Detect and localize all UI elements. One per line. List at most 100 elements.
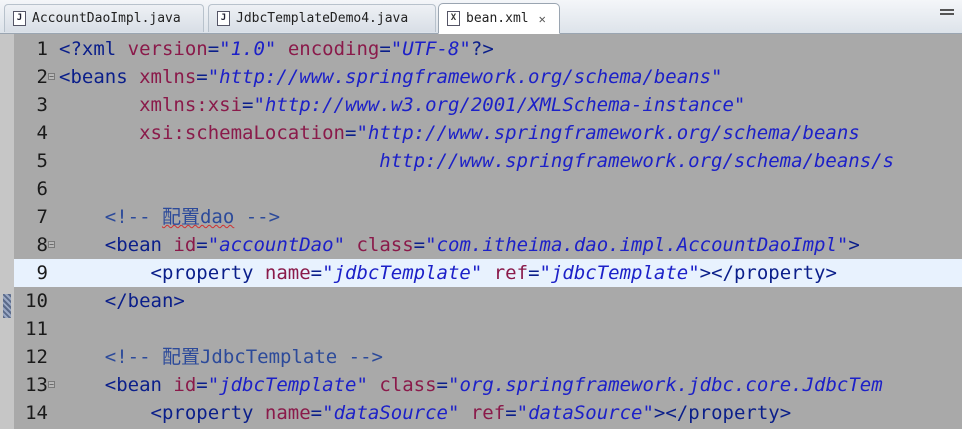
code-text: <?xml version="1.0" encoding="UTF-8"?> — [59, 35, 494, 63]
code-line[interactable]: 1 <?xml version="1.0" encoding="UTF-8"?> — [14, 35, 962, 63]
code-text: <property name="jdbcTemplate" ref="jdbcT… — [59, 259, 837, 287]
code-token: = — [207, 38, 220, 60]
code-line[interactable]: 10 </bean> — [14, 287, 962, 315]
xml-file-icon: X — [447, 11, 460, 26]
code-token: "jdbcTemplate" — [322, 262, 483, 284]
tab-bean-xml[interactable]: X bean.xml ✕ — [438, 3, 560, 34]
code-line[interactable]: 14 <property name="dataSource" ref="data… — [14, 399, 962, 427]
line-number: 6 — [36, 178, 48, 200]
java-file-icon: J — [13, 11, 26, 26]
code-token: = — [344, 122, 357, 144]
code-token: = — [528, 262, 540, 284]
code-token: xmlns:xsi — [139, 94, 243, 116]
code-token: = — [196, 66, 208, 88]
code-token: "dataSource" — [322, 402, 460, 424]
current-line-marker-icon — [3, 294, 11, 318]
code-line[interactable]: 11 — [14, 315, 962, 343]
code-token: version — [127, 38, 208, 60]
java-file-icon: J — [217, 11, 230, 26]
code-token: "1.0" — [219, 38, 277, 60]
code-token: = — [196, 374, 208, 396]
code-token: --> — [234, 206, 281, 228]
code-token: = — [505, 402, 517, 424]
code-token: "org.springframework.jdbc.core.JdbcTem — [448, 374, 883, 396]
code-line[interactable]: 3 xmlns:xsi="http://www.w3.org/2001/XMLS… — [14, 91, 962, 119]
code-token: <?xml — [59, 38, 128, 60]
code-text: xsi:schemaLocation="http://www.springfra… — [59, 119, 860, 147]
code-line[interactable]: 2− <beans xmlns="http://www.springframewo… — [14, 63, 962, 91]
code-token: "http://www.w3.org/2001/XMLSchema-instan… — [253, 94, 746, 116]
code-line[interactable]: 9 <property name="jdbcTemplate" ref="jdb… — [14, 259, 962, 287]
xml-code-editor[interactable]: 1 <?xml version="1.0" encoding="UTF-8"?> 2… — [14, 34, 962, 429]
code-line[interactable]: 5 http://www.springframework.org/schema/… — [14, 147, 962, 175]
tab-label: AccountDaoImpl.java — [32, 11, 181, 26]
code-line[interactable]: 12 <!-- 配置JdbcTemplate --> — [14, 343, 962, 371]
fold-toggle-icon[interactable]: − — [48, 241, 55, 249]
code-token: = — [310, 262, 323, 284]
line-number: 14 — [25, 402, 48, 424]
code-line[interactable]: 6 — [14, 175, 962, 203]
tab-jdbctemplatedemo4[interactable]: J JdbcTemplateDemo4.java — [208, 4, 436, 32]
code-text: <!-- 配置dao --> — [59, 203, 280, 231]
tab-label: bean.xml — [466, 11, 529, 26]
line-number: 13 — [25, 374, 48, 396]
code-token: </bean> — [59, 290, 185, 312]
code-line[interactable]: 4 xsi:schemaLocation="http://www.springf… — [14, 119, 962, 147]
line-number: 9 — [36, 262, 48, 284]
code-text: <bean id="accountDao" class="com.itheima… — [59, 231, 860, 259]
code-token: "dataSource" — [516, 402, 654, 424]
marker-gutter — [0, 34, 14, 429]
code-token: = — [196, 234, 208, 256]
code-token: <beans — [59, 66, 140, 88]
code-token: <bean — [59, 374, 174, 396]
code-token: = — [310, 402, 323, 424]
code-token: xmlns — [139, 66, 197, 88]
code-token: "accountDao" — [207, 234, 346, 256]
code-line[interactable]: 8− <bean id="accountDao" class="com.ithe… — [14, 231, 962, 259]
view-menu-icon[interactable] — [940, 9, 954, 17]
code-token: id — [173, 374, 197, 396]
code-token: "jdbcTemplate" — [207, 374, 368, 396]
editor-tab-bar: J AccountDaoImpl.java J JdbcTemplateDemo… — [0, 0, 962, 34]
code-token: <property — [59, 262, 265, 284]
line-number: 8 — [36, 234, 48, 256]
fold-toggle-icon[interactable]: − — [48, 381, 55, 389]
code-token: "http://www.springframework.org/schema/b… — [356, 122, 860, 144]
close-icon[interactable]: ✕ — [539, 12, 546, 26]
line-number: 1 — [36, 38, 48, 60]
code-token: "jdbcTemplate" — [539, 262, 700, 284]
code-token: name — [264, 262, 311, 284]
fold-toggle-icon[interactable]: − — [48, 73, 55, 81]
line-number: 7 — [36, 206, 48, 228]
code-token: ></property> — [653, 402, 792, 424]
code-token: "http://www.springframework.org/schema/b… — [207, 66, 723, 88]
line-number: 3 — [36, 94, 48, 116]
code-token: id — [173, 234, 197, 256]
code-token: ref — [493, 262, 529, 284]
tab-accountdaoimpl[interactable]: J AccountDaoImpl.java — [4, 4, 204, 32]
code-token: encoding — [287, 38, 380, 60]
code-token: ref — [470, 402, 506, 424]
code-line[interactable]: 7 <!-- 配置dao --> — [14, 203, 962, 231]
code-token: name — [264, 402, 311, 424]
code-text: </bean> — [59, 287, 185, 315]
code-token: xsi:schemaLocation — [139, 122, 345, 144]
code-token: class — [356, 234, 414, 256]
code-token: <property — [59, 402, 265, 424]
code-text: xmlns:xsi="http://www.w3.org/2001/XMLSch… — [59, 91, 745, 119]
code-token: class — [379, 374, 437, 396]
code-token: = — [436, 374, 448, 396]
code-token: = — [379, 38, 391, 60]
code-token: "UTF-8" — [390, 38, 471, 60]
code-token: http://www.springframework.org/schema/be… — [59, 150, 895, 172]
code-text: <beans xmlns="http://www.springframework… — [59, 63, 723, 91]
code-text: <property name="dataSource" ref="dataSou… — [59, 399, 792, 427]
code-token: <bean — [59, 234, 174, 256]
line-number: 10 — [25, 290, 48, 312]
code-line[interactable]: 13− <bean id="jdbcTemplate" class="org.s… — [14, 371, 962, 399]
code-token: = — [413, 234, 426, 256]
